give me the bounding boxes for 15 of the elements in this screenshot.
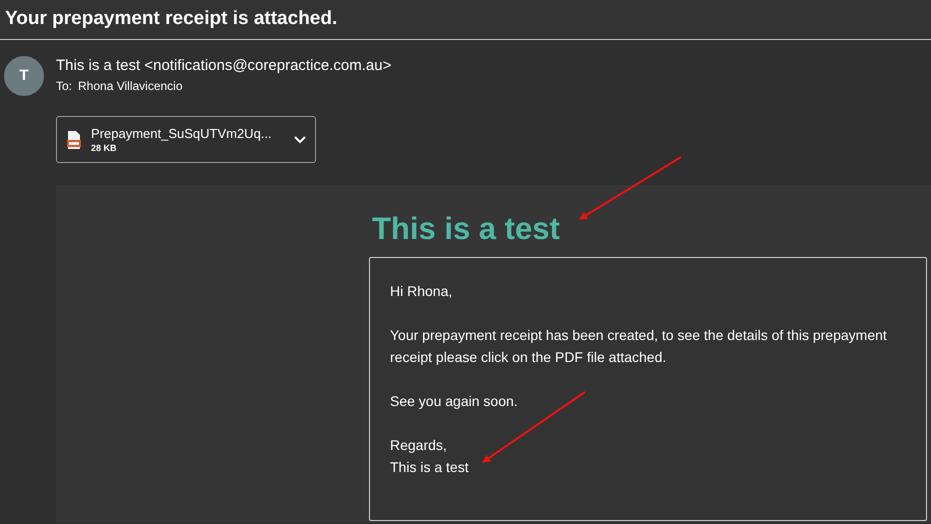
sender-avatar: T bbox=[4, 56, 44, 96]
recipient-name: Rhona Villavicencio bbox=[78, 78, 183, 95]
chevron-down-icon[interactable] bbox=[294, 136, 306, 144]
to-label: To: bbox=[56, 78, 72, 95]
attachment-card[interactable]: Prepayment_SuSqUTVm2Uq... 28 KB bbox=[56, 116, 316, 163]
attachment-size: 28 KB bbox=[91, 142, 118, 154]
message-paragraph: Hi Rhona, bbox=[390, 282, 454, 301]
message-paragraph: Regards, This is a test bbox=[390, 436, 470, 477]
message-heading: This is a test bbox=[371, 210, 561, 248]
sender-address: This is a test <notifications@corepractice.com.au> bbox=[56, 56, 392, 76]
pdf-file-icon bbox=[66, 130, 82, 150]
email-subject: Your prepayment receipt is attached. bbox=[5, 7, 338, 32]
message-paragraph: See you again soon. bbox=[390, 392, 519, 411]
attachment-name: Prepayment_SuSqUTVm2Uq... bbox=[91, 125, 273, 142]
message-paragraph: Your prepayment receipt has been created, to see the details of this prepayment receipt please click on the PDF file attached. bbox=[390, 326, 888, 367]
